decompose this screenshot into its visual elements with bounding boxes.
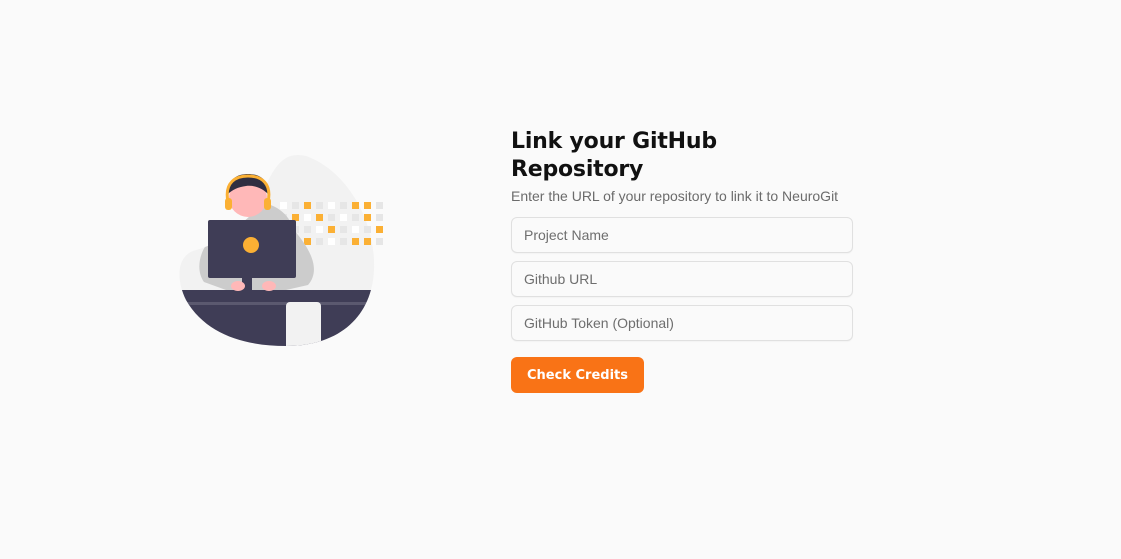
page-title: Link your GitHub Repository [511, 129, 717, 182]
grid-dot [328, 226, 335, 233]
grid-dot [280, 202, 287, 209]
grid-dot [340, 214, 347, 221]
laptop-logo [243, 237, 259, 253]
grid-dot [376, 226, 383, 233]
grid-dot [352, 202, 359, 209]
right-hand [262, 281, 276, 291]
grid-dot [304, 226, 311, 233]
github-url-input[interactable] [511, 261, 853, 297]
left-hand [231, 281, 245, 291]
grid-dot [304, 202, 311, 209]
grid-dot [376, 238, 383, 245]
grid-dot [328, 214, 335, 221]
github-token-input[interactable] [511, 305, 853, 341]
grid-dot [376, 214, 383, 221]
grid-dot [304, 238, 311, 245]
project-name-input[interactable] [511, 217, 853, 253]
grid-dot [364, 202, 371, 209]
grid-dot [340, 238, 347, 245]
grid-dot [316, 226, 323, 233]
grid-dot [352, 226, 359, 233]
grid-dot [316, 238, 323, 245]
grid-dot [328, 202, 335, 209]
grid-dot [316, 202, 323, 209]
grid-dot [340, 202, 347, 209]
grid-dot [316, 214, 323, 221]
check-credits-button[interactable]: Check Credits [511, 357, 644, 393]
grid-dot [292, 214, 299, 221]
grid-dot [352, 238, 359, 245]
grid-dot [364, 238, 371, 245]
grid-dot [304, 214, 311, 221]
grid-dot [328, 238, 335, 245]
chair [286, 302, 321, 346]
grid-dot [352, 214, 359, 221]
link-repository-form: Link your GitHub Repository Enter the UR… [511, 128, 853, 393]
grid-dot [364, 214, 371, 221]
grid-dot [376, 202, 383, 209]
page-subtitle: Enter the URL of your repository to link… [511, 188, 839, 204]
grid-dot [340, 226, 347, 233]
link-repository-page: Link your GitHub Repository Enter the UR… [0, 0, 1121, 559]
grid-dot [292, 202, 299, 209]
developer-illustration [176, 150, 400, 350]
grid-dot [364, 226, 371, 233]
